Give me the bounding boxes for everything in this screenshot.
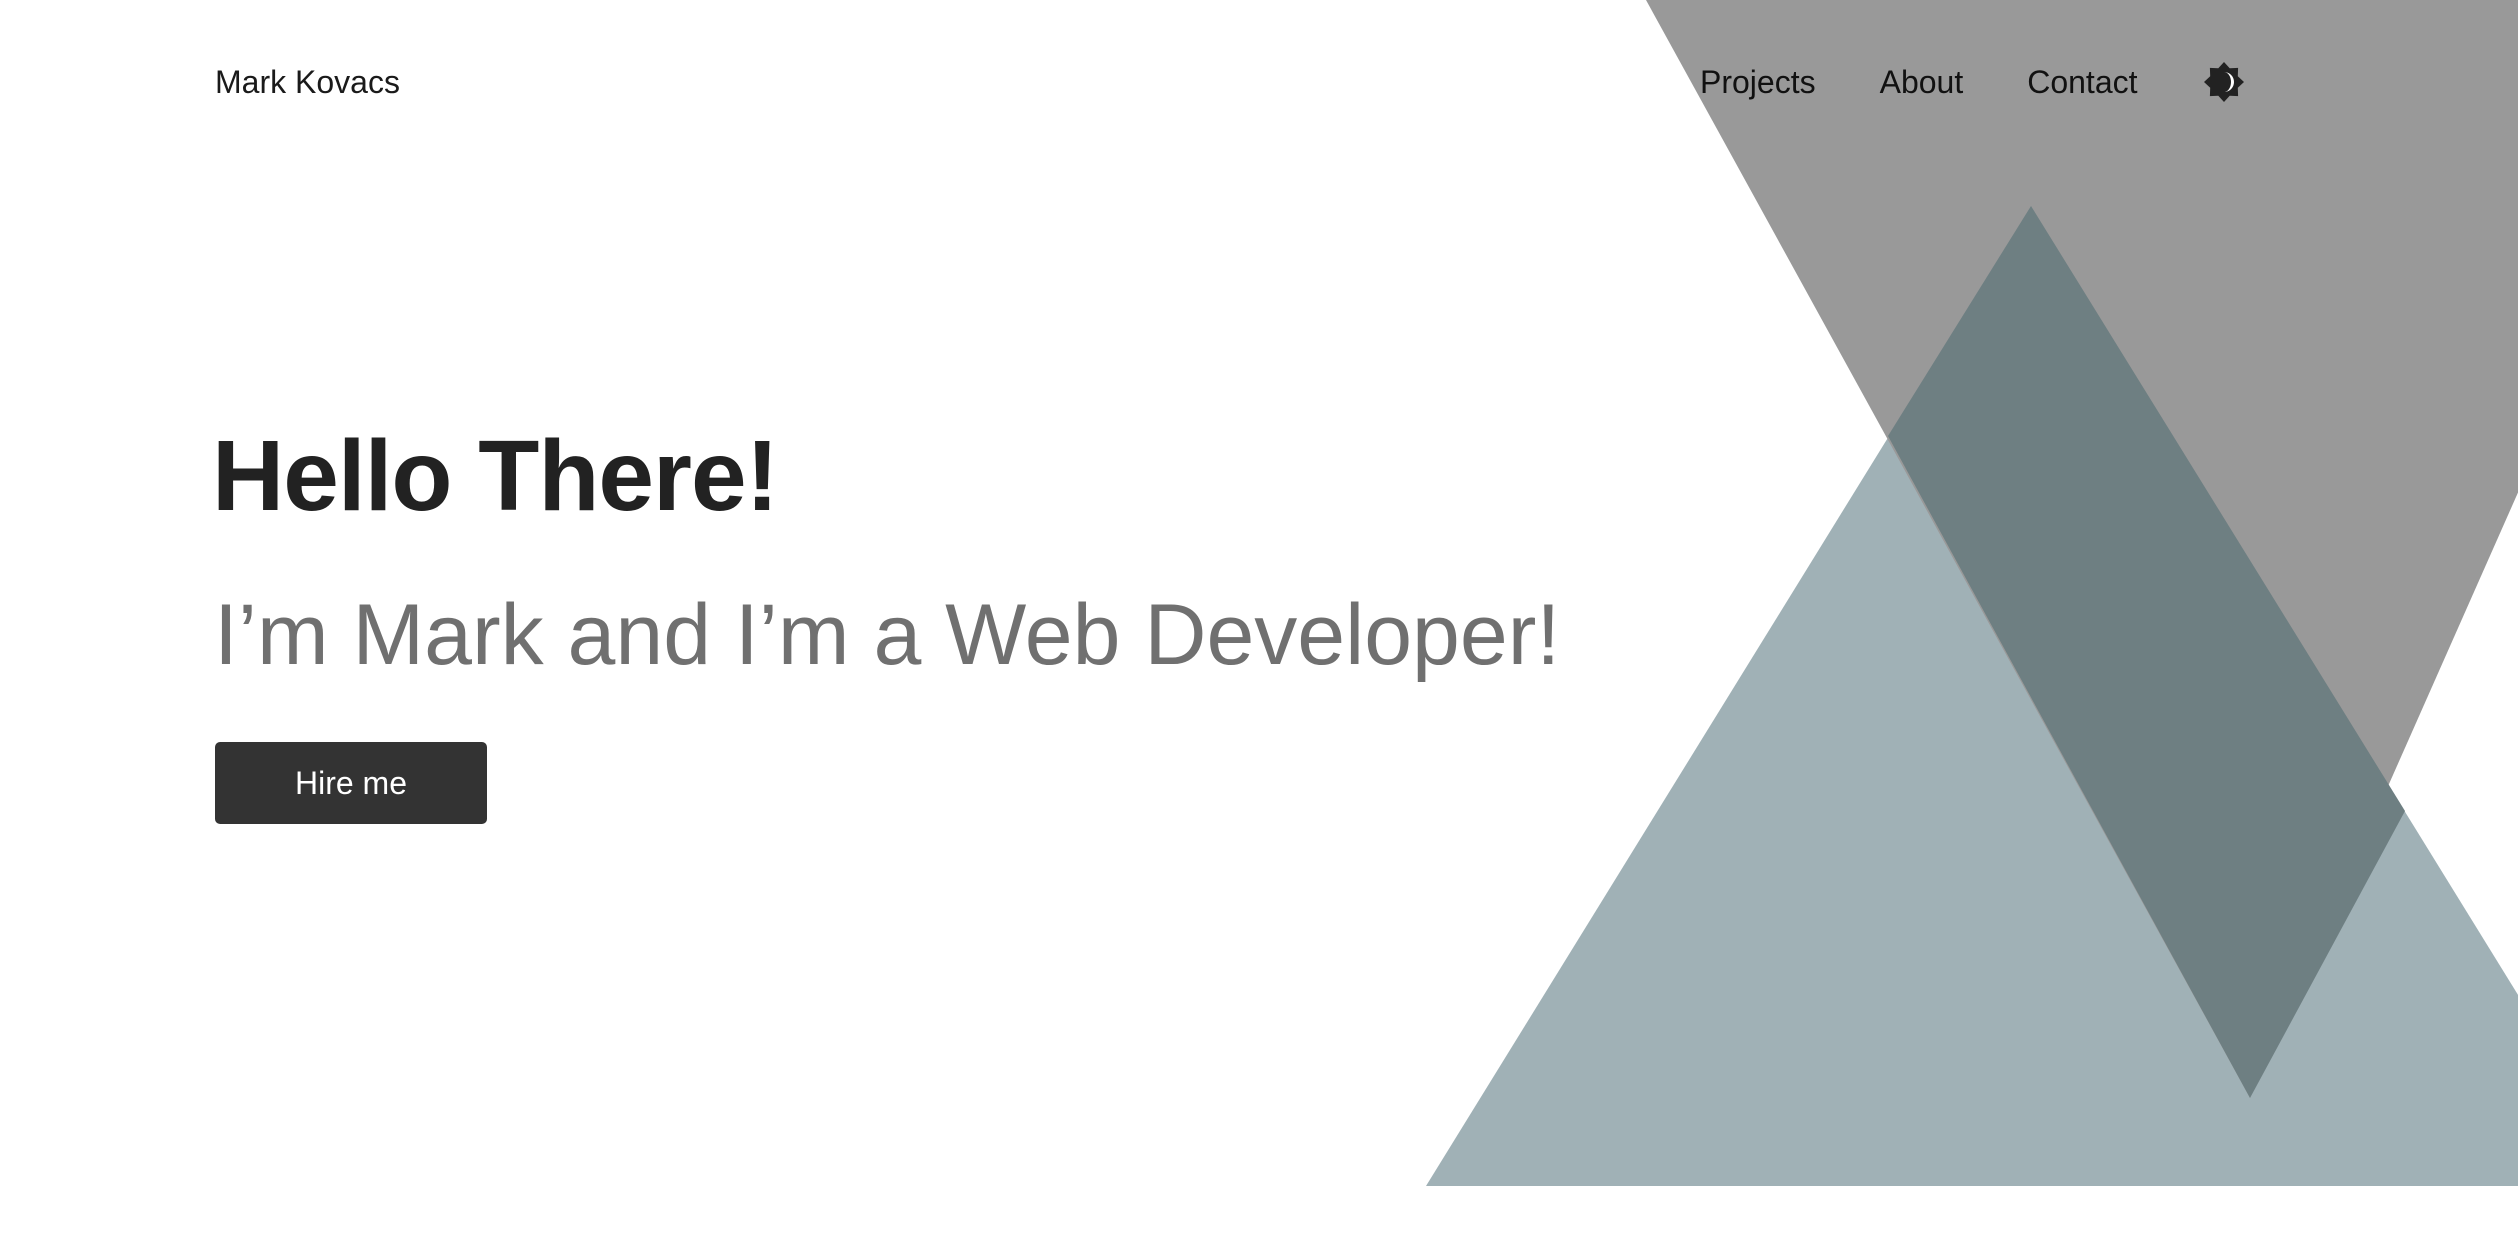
nav-link-projects[interactable]: Projects xyxy=(1700,62,1816,102)
hire-me-button[interactable]: Hire me xyxy=(215,742,487,824)
contrast-icon xyxy=(2203,62,2244,102)
theme-toggle-button[interactable] xyxy=(2202,60,2246,104)
brand-logo[interactable]: Mark Kovacs xyxy=(215,62,400,102)
nav-link-about[interactable]: About xyxy=(1880,62,1964,102)
hero-subtitle: I’m Mark and I’m a Web Developer! xyxy=(214,587,1561,683)
nav-link-contact[interactable]: Contact xyxy=(2027,62,2137,102)
main-nav: Projects About Contact xyxy=(1700,62,2246,102)
hero-title: Hello There! xyxy=(212,420,779,532)
